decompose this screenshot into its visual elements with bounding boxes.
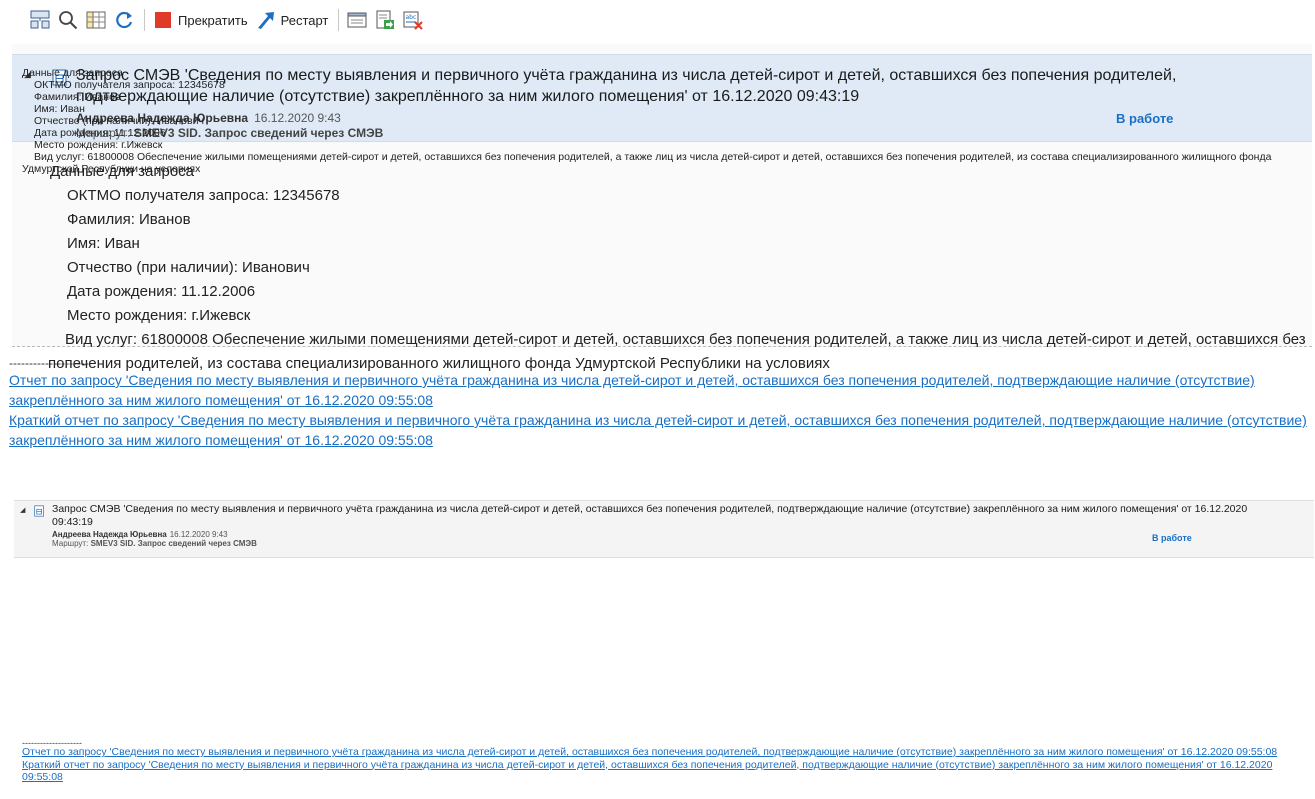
toolbar-divider bbox=[144, 9, 145, 31]
request-header-compact[interactable]: ◢ Запрос СМЭВ 'Сведения по месту выявлен… bbox=[14, 500, 1314, 558]
document-icon bbox=[34, 505, 44, 517]
search-button[interactable] bbox=[58, 10, 78, 30]
short-report-link[interactable]: Краткий отчет по запросу 'Сведения по ме… bbox=[9, 410, 1309, 450]
restart-button-label: Рестарт bbox=[280, 12, 329, 28]
export-document-icon bbox=[376, 10, 395, 29]
report-links-compact: Отчет по запросу 'Сведения по месту выяв… bbox=[22, 746, 1312, 784]
report-links: Отчет по запросу 'Сведения по месту выяв… bbox=[9, 370, 1309, 450]
request-date: 16.12.2020 9:43 bbox=[169, 530, 228, 539]
spellcheck-clear-button[interactable]: abc bbox=[403, 10, 424, 30]
request-details-compact: Данные для запроса ОКТМО получателя запр… bbox=[22, 67, 1292, 175]
stop-icon bbox=[155, 12, 171, 28]
window-icon bbox=[347, 12, 367, 28]
restart-arrow-icon bbox=[257, 12, 274, 29]
detail-patronymic: Отчество (при наличии): Иванович bbox=[34, 115, 204, 127]
detail-birth-date: Дата рождения: 11.12.2006 bbox=[34, 127, 166, 139]
refresh-icon bbox=[116, 11, 133, 29]
detail-patronymic: Отчество (при наличии): Иванович bbox=[67, 259, 310, 276]
export-button[interactable] bbox=[375, 10, 395, 30]
toolbar-divider bbox=[338, 9, 340, 31]
search-icon bbox=[59, 11, 78, 30]
detail-oktmo: ОКТМО получателя запроса: 12345678 bbox=[67, 187, 340, 204]
request-panel-compact: ◢ Запрос СМЭВ 'Сведения по месту выявлен… bbox=[14, 500, 1314, 712]
request-details: Данные для запроса ОКТМО получателя запр… bbox=[48, 160, 1310, 376]
stop-button-label: Прекратить bbox=[178, 12, 248, 28]
collapse-triangle-icon[interactable]: ◢ bbox=[20, 506, 25, 514]
request-title: Запрос СМЭВ 'Сведения по месту выявления… bbox=[52, 503, 1248, 528]
grid-button[interactable] bbox=[86, 10, 106, 30]
report-link[interactable]: Отчет по запросу 'Сведения по месту выяв… bbox=[9, 370, 1309, 410]
detail-surname: Фамилия: Иванов bbox=[67, 211, 191, 228]
tree-view-icon bbox=[30, 10, 50, 29]
detail-service-type: Вид услуг: 61800008 Обеспечение жилыми п… bbox=[48, 331, 1306, 372]
detail-name: Имя: Иван bbox=[34, 103, 85, 115]
request-route-line: Маршрут: SMEV3 SID. Запрос сведений чере… bbox=[52, 539, 257, 548]
detail-name: Имя: Иван bbox=[67, 235, 140, 252]
detail-birth-place: Место рождения: г.Ижевск bbox=[67, 307, 251, 324]
route-label: Маршрут: bbox=[52, 539, 89, 548]
route-value: SMEV3 SID. Запрос сведений через СМЭВ bbox=[90, 539, 257, 548]
restart-button[interactable]: Рестарт bbox=[256, 10, 329, 30]
request-author-line: Андреева Надежда Юрьевна 16.12.2020 9:43 bbox=[52, 530, 228, 539]
detail-birth-date: Дата рождения: 11.12.2006 bbox=[67, 283, 256, 300]
detail-birth-place: Место рождения: г.Ижевск bbox=[34, 139, 163, 151]
report-link[interactable]: Отчет по запросу 'Сведения по месту выяв… bbox=[22, 746, 1312, 759]
details-heading: Данные для запроса bbox=[22, 67, 123, 79]
request-author: Андреева Надежда Юрьевна bbox=[52, 530, 167, 539]
separator-line: -------------------- bbox=[9, 356, 89, 370]
detail-oktmo: ОКТМО получателя запроса: 12345678 bbox=[34, 79, 225, 91]
svg-text:abc: abc bbox=[406, 14, 417, 21]
detail-surname: Фамилия: Иванов bbox=[34, 91, 121, 103]
window-button[interactable] bbox=[347, 10, 367, 30]
short-report-link[interactable]: Краткий отчет по запросу 'Сведения по ме… bbox=[22, 759, 1312, 784]
spellcheck-delete-icon: abc bbox=[403, 11, 424, 30]
refresh-button[interactable] bbox=[114, 10, 134, 30]
toolbar: Прекратить Рестарт abc bbox=[0, 0, 1315, 40]
detail-service-type: Вид услуг: 61800008 Обеспечение жилыми п… bbox=[22, 151, 1272, 175]
grid-icon bbox=[86, 11, 106, 29]
status-badge: В работе bbox=[1152, 533, 1192, 543]
stop-button[interactable]: Прекратить bbox=[153, 10, 248, 30]
tree-view-button[interactable] bbox=[30, 10, 50, 30]
